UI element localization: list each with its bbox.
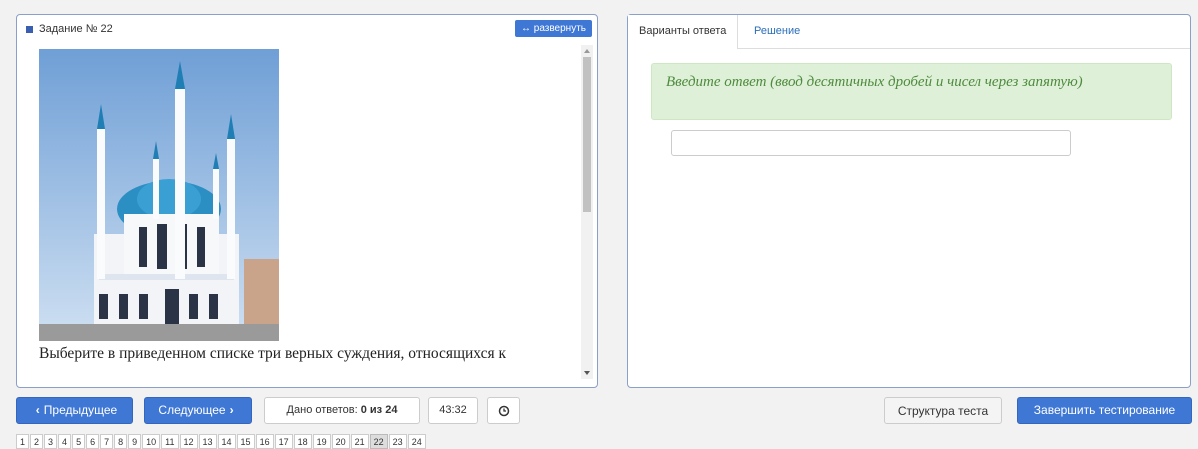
expand-button[interactable]: ↔ развернуть bbox=[514, 20, 592, 37]
scroll-up-icon[interactable] bbox=[584, 49, 590, 53]
chevron-left-icon: ‹ bbox=[35, 403, 40, 417]
answered-label: Дано ответов: bbox=[286, 404, 358, 416]
page-number-11[interactable]: 11 bbox=[161, 434, 179, 449]
tab-solution[interactable]: Решение bbox=[743, 15, 811, 48]
task-panel: Задание № 22 ↔ развернуть Выберите в при… bbox=[16, 14, 598, 388]
question-pager: 1 2 3 4 5 6 7 8 9 10 11 12 13 14 15 16 17 18 19 20 21 22 23 24 bbox=[16, 434, 427, 449]
page-number-20[interactable]: 20 bbox=[331, 434, 350, 449]
page-number-16[interactable]: 16 bbox=[255, 434, 274, 449]
page-number-9[interactable]: 9 bbox=[128, 434, 142, 449]
mosque-image bbox=[39, 49, 279, 341]
page-number-8[interactable]: 8 bbox=[114, 434, 128, 449]
answer-hint: Введите ответ (ввод десятичных дробей и … bbox=[651, 63, 1172, 120]
page-number-12[interactable]: 12 bbox=[179, 434, 198, 449]
page-number-13[interactable]: 13 bbox=[198, 434, 217, 449]
chevron-right-icon: › bbox=[229, 403, 234, 417]
test-structure-button[interactable]: Структура теста bbox=[884, 397, 1002, 424]
page-number-21[interactable]: 21 bbox=[350, 434, 369, 449]
task-title: Задание № 22 bbox=[39, 23, 113, 35]
page-number-1[interactable]: 1 bbox=[16, 434, 30, 449]
scroll-thumb[interactable] bbox=[583, 57, 591, 212]
page-number-10[interactable]: 10 bbox=[142, 434, 161, 449]
answer-input[interactable] bbox=[671, 130, 1071, 156]
tab-answer-options[interactable]: Варианты ответа bbox=[628, 15, 739, 49]
clock-button[interactable] bbox=[487, 397, 520, 424]
previous-button[interactable]: ‹ Предыдущее bbox=[16, 397, 133, 424]
page-number-23[interactable]: 23 bbox=[388, 434, 407, 449]
task-scrollbar[interactable] bbox=[581, 45, 593, 379]
page-number-24[interactable]: 24 bbox=[407, 434, 426, 449]
page-number-6[interactable]: 6 bbox=[86, 434, 100, 449]
previous-label: Предыдущее bbox=[43, 403, 118, 417]
page-number-15[interactable]: 15 bbox=[236, 434, 255, 449]
timer: 43:32 bbox=[428, 397, 478, 424]
page-number-17[interactable]: 17 bbox=[274, 434, 293, 449]
answer-panel: Варианты ответа Решение Введите ответ (в… bbox=[627, 14, 1191, 388]
task-content: Выберите в приведенном списке три верных… bbox=[39, 49, 579, 381]
square-bullet-icon bbox=[26, 25, 33, 33]
scroll-down-icon[interactable] bbox=[584, 371, 590, 375]
page-number-22[interactable]: 22 bbox=[369, 434, 388, 449]
page-number-19[interactable]: 19 bbox=[312, 434, 331, 449]
next-label: Следующее bbox=[158, 403, 226, 417]
page-number-3[interactable]: 3 bbox=[44, 434, 58, 449]
clock-icon bbox=[498, 405, 509, 417]
page-number-5[interactable]: 5 bbox=[72, 434, 86, 449]
page-number-4[interactable]: 4 bbox=[58, 434, 72, 449]
answer-tabs: Варианты ответа Решение bbox=[628, 15, 1190, 49]
page-number-2[interactable]: 2 bbox=[30, 434, 44, 449]
answered-value: 0 из 24 bbox=[360, 404, 398, 416]
answered-counter: Дано ответов: 0 из 24 bbox=[264, 397, 420, 424]
next-button[interactable]: Следующее › bbox=[144, 397, 252, 424]
page-number-7[interactable]: 7 bbox=[100, 434, 114, 449]
page-number-14[interactable]: 14 bbox=[217, 434, 236, 449]
finish-test-button[interactable]: Завершить тестирование bbox=[1017, 397, 1192, 424]
task-text: Выберите в приведенном списке три верных… bbox=[39, 345, 507, 362]
task-header: Задание № 22 bbox=[26, 23, 113, 35]
page-number-18[interactable]: 18 bbox=[293, 434, 312, 449]
